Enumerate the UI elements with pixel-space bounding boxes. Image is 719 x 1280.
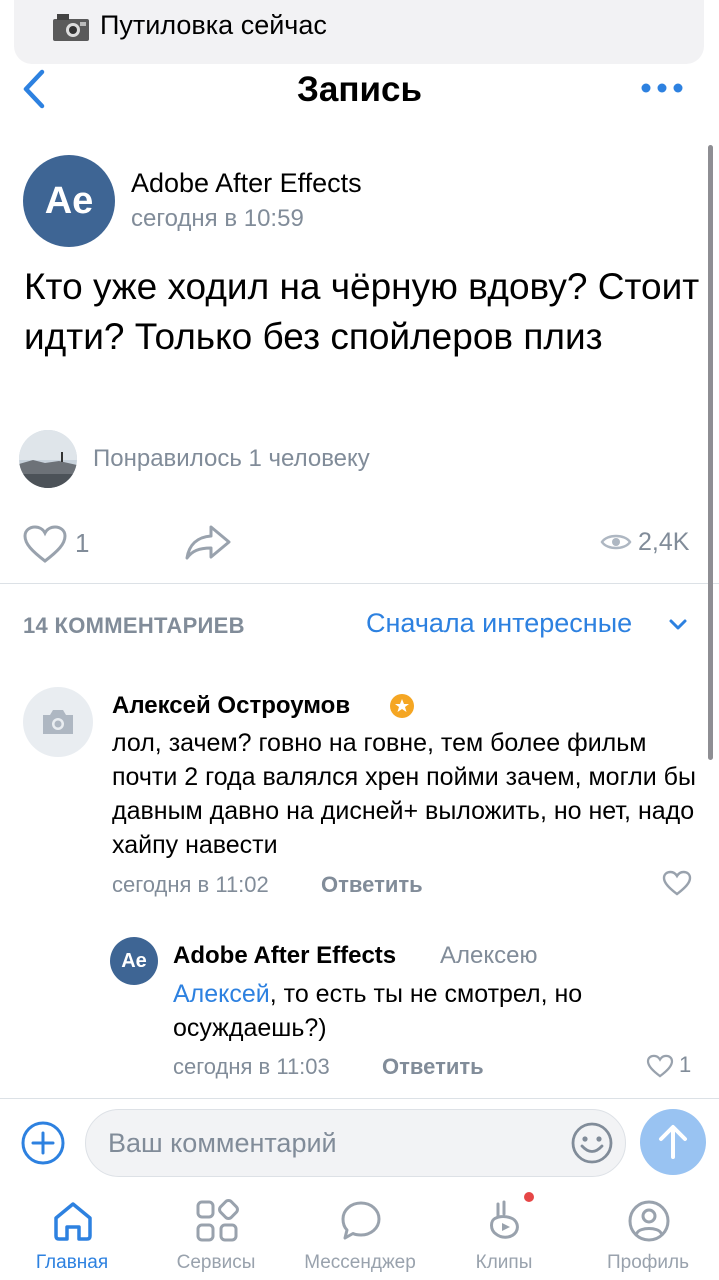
share-icon[interactable]	[184, 522, 232, 562]
tab-clips[interactable]: Клипы	[434, 1190, 574, 1280]
messenger-icon	[341, 1201, 381, 1240]
reply-like-count: 1	[679, 1052, 692, 1077]
camera-icon	[53, 14, 89, 41]
comment-text: лол, зачем? говно на говне, тем более фи…	[112, 729, 696, 859]
tab-home[interactable]: Главная	[2, 1190, 142, 1280]
reply-author-avatar[interactable]: Ae	[110, 937, 158, 985]
more-dots-icon[interactable]	[640, 78, 684, 98]
liker-avatar[interactable]	[19, 430, 77, 488]
tab-profile[interactable]: Профиль	[578, 1190, 718, 1280]
scrollbar[interactable]	[708, 145, 713, 760]
tab-label: Клипы	[475, 1252, 533, 1273]
emoji-icon[interactable]	[570, 1121, 614, 1165]
reply-author-name[interactable]: Adobe After Effects	[173, 942, 396, 970]
tab-label: Сервисы	[176, 1252, 256, 1273]
views-count: 2,4K	[638, 528, 690, 556]
comments-sort-dropdown[interactable]: Сначала интересные	[366, 608, 687, 644]
divider	[0, 583, 719, 584]
eye-icon	[600, 534, 632, 550]
send-button[interactable]	[640, 1109, 706, 1175]
comment-input[interactable]	[85, 1109, 626, 1177]
reply-timestamp: сегодня в 11:03	[173, 1054, 330, 1079]
comment-timestamp: сегодня в 11:02	[112, 872, 269, 897]
reply-text: Алексей, то есть ты не смотрел, но осужд…	[173, 977, 693, 1045]
camera-placeholder-icon	[43, 710, 73, 734]
sort-label: Сначала интересные	[366, 608, 633, 638]
profile-icon	[628, 1200, 670, 1242]
add-attachment-icon[interactable]	[20, 1120, 66, 1166]
reply-button[interactable]: Ответить	[321, 872, 423, 898]
notification-dot	[524, 1192, 534, 1202]
notification-text: Путиловка сейчас	[100, 10, 327, 40]
heart-icon	[646, 1054, 674, 1078]
post-author-name[interactable]: Adobe After Effects	[131, 168, 362, 199]
post-text: Кто уже ходил на чёрную вдову? Стоит идт…	[24, 266, 700, 357]
tab-messenger[interactable]: Мессенджер	[290, 1190, 430, 1280]
arrow-up-icon	[659, 1125, 687, 1159]
notification-banner[interactable]: Путиловка сейчас	[14, 0, 704, 64]
chevron-down-icon	[669, 619, 687, 630]
tab-label: Мессенджер	[304, 1252, 416, 1273]
services-icon	[196, 1199, 239, 1242]
reply-button[interactable]: Ответить	[382, 1054, 484, 1080]
like-button[interactable]: 1	[22, 522, 94, 566]
heart-icon[interactable]	[662, 870, 692, 896]
tab-services[interactable]: Сервисы	[146, 1190, 286, 1280]
star-badge-icon	[390, 694, 414, 718]
reply-like-button[interactable]: 1	[646, 1052, 700, 1080]
reply-to-name[interactable]: Алексею	[440, 942, 537, 970]
heart-icon	[23, 525, 67, 563]
home-icon	[54, 1202, 92, 1241]
tab-label: Профиль	[606, 1252, 690, 1273]
bottom-tab-bar: Главная Сервисы Мессенджер Клипы Профиль	[0, 1190, 719, 1280]
comment-author-avatar[interactable]	[23, 687, 93, 757]
header: Запись	[0, 64, 719, 116]
comment-author-name[interactable]: Алексей Остроумов	[112, 692, 350, 720]
post-author-avatar[interactable]: Ae	[23, 155, 115, 247]
liked-by-text[interactable]: Понравилось 1 человеку	[93, 445, 370, 473]
views-counter: 2,4K	[600, 526, 700, 560]
comment-composer	[0, 1098, 719, 1190]
post-timestamp: сегодня в 10:59	[131, 205, 304, 232]
page-title: Запись	[296, 70, 423, 109]
tab-label: Главная	[35, 1252, 109, 1273]
comments-count: 14 КОММЕНТАРИЕВ	[23, 613, 245, 638]
clips-icon	[490, 1200, 519, 1239]
like-count: 1	[75, 528, 90, 558]
mention-link[interactable]: Алексей	[173, 980, 270, 1008]
